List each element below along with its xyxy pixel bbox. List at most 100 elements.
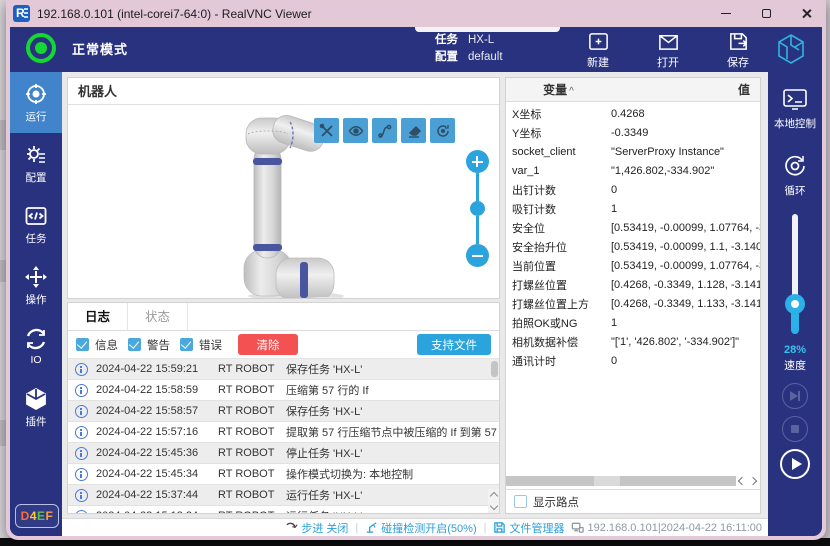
filter-error-checkbox[interactable] bbox=[180, 338, 193, 351]
log-source: RT ROBOT bbox=[218, 384, 286, 396]
log-source: RT ROBOT bbox=[218, 447, 286, 459]
nav-item-plugin[interactable]: 插件 bbox=[10, 377, 62, 438]
view-tools-button[interactable] bbox=[314, 118, 339, 143]
collision-detect-toggle[interactable]: 碰撞检测开启(50%) bbox=[365, 520, 476, 536]
robot-panel-title: 机器人 bbox=[68, 78, 499, 105]
robot-3d-viewport[interactable] bbox=[68, 105, 499, 298]
column-value[interactable]: 值 bbox=[611, 81, 760, 98]
scroll-up-icon[interactable] bbox=[488, 489, 499, 501]
hscroll-track[interactable] bbox=[506, 476, 736, 486]
window-title: 192.168.0.101 (intel-corei7-64:0) - Real… bbox=[37, 7, 312, 21]
transport-controls bbox=[780, 383, 810, 479]
clear-log-button[interactable]: 清除 bbox=[238, 334, 298, 355]
local-control-button[interactable]: 本地控制 bbox=[774, 86, 816, 131]
table-row[interactable]: X坐标0.4268 bbox=[506, 104, 760, 123]
table-row[interactable]: socket_client"ServerProxy Instance" bbox=[506, 142, 760, 161]
log-row[interactable]: 2024-04-22 15:58:57 RT ROBOT 保存任务 'HX-L' bbox=[68, 401, 499, 422]
log-row[interactable]: 2024-04-22 15:37:44 RT ROBOT 运行任务 'HX-L' bbox=[68, 485, 499, 506]
info-icon bbox=[75, 468, 88, 481]
scroll-left-icon[interactable] bbox=[736, 475, 745, 487]
window-titlebar[interactable]: 192.168.0.101 (intel-corei7-64:0) - Real… bbox=[6, 0, 826, 27]
play-button[interactable] bbox=[780, 449, 810, 479]
variables-table[interactable]: X坐标0.4268 Y坐标-0.3349 socket_client"Serve… bbox=[506, 102, 760, 475]
save-task-button[interactable]: 保存 bbox=[715, 30, 761, 70]
table-row[interactable]: 拍照OK或NG1 bbox=[506, 313, 760, 332]
trajectory-icon bbox=[377, 123, 393, 139]
app-topbar: 正常模式 任务HX-L 配置default 新建 打开 bbox=[10, 27, 822, 72]
log-list[interactable]: 2024-04-22 15:59:21 RT ROBOT 保存任务 'HX-L'… bbox=[68, 358, 499, 513]
nav-item-task[interactable]: 任务 bbox=[10, 194, 62, 255]
stop-button[interactable] bbox=[782, 416, 808, 442]
badge-letter: D bbox=[21, 509, 30, 523]
close-button[interactable] bbox=[786, 0, 826, 27]
scroll-right-icon[interactable] bbox=[749, 475, 758, 487]
nav-label-io: IO bbox=[30, 354, 41, 366]
filter-info-checkbox[interactable] bbox=[76, 338, 89, 351]
zoom-out-button[interactable] bbox=[466, 244, 489, 267]
table-row[interactable]: var_1"1,426.802,-334.902" bbox=[506, 161, 760, 180]
table-row[interactable]: 打螺丝位置[0.4268, -0.3349, 1.128, -3.14159, … bbox=[506, 275, 760, 294]
var-value: "1,426.802,-334.902" bbox=[611, 165, 760, 177]
filter-warning-checkbox[interactable] bbox=[128, 338, 141, 351]
view-reset-button[interactable] bbox=[430, 118, 455, 143]
nav-item-io[interactable]: IO bbox=[10, 316, 62, 377]
table-row[interactable]: 相机数据补偿"['1', '426.802', '-334.902']" bbox=[506, 332, 760, 351]
open-task-button[interactable]: 打开 bbox=[645, 30, 691, 70]
log-time: 2024-04-22 15:58:59 bbox=[96, 384, 218, 396]
var-value: [0.53419, -0.00099, 1.07764, -3.14048, bbox=[611, 222, 760, 234]
view-eraser-button[interactable] bbox=[401, 118, 426, 143]
var-name: socket_client bbox=[506, 146, 611, 158]
log-message: 提取第 57 行压缩节点中被压缩的 If 到第 57 行 bbox=[286, 424, 499, 440]
log-row[interactable]: 2024-04-22 15:18:24 RT ROBOT 运行任务 'HX-L' bbox=[68, 506, 499, 513]
info-icon bbox=[75, 384, 88, 397]
table-row[interactable]: 打螺丝位置上方[0.4268, -0.3349, 1.133, -3.14159… bbox=[506, 294, 760, 313]
show-waypoints-checkbox[interactable] bbox=[514, 495, 527, 508]
table-row[interactable]: 当前位置[0.53419, -0.00099, 1.07764, -3.1404… bbox=[506, 256, 760, 275]
table-row[interactable]: Y坐标-0.3349 bbox=[506, 123, 760, 142]
log-row[interactable]: 2024-04-22 15:59:21 RT ROBOT 保存任务 'HX-L' bbox=[68, 359, 499, 380]
column-variable[interactable]: 变量^ bbox=[506, 81, 611, 98]
maximize-button[interactable] bbox=[746, 0, 786, 27]
tab-log[interactable]: 日志 bbox=[68, 303, 128, 330]
log-scrollbar-thumb[interactable] bbox=[491, 361, 498, 377]
normal-mode-led-icon bbox=[26, 33, 56, 63]
nav-item-operate[interactable]: 操作 bbox=[10, 255, 62, 316]
var-name: 拍照OK或NG bbox=[506, 315, 611, 331]
loop-mode-button[interactable]: 循环 bbox=[782, 153, 808, 198]
network-icon bbox=[571, 521, 584, 534]
log-row[interactable]: 2024-04-22 15:45:36 RT ROBOT 停止任务 'HX-L' bbox=[68, 443, 499, 464]
view-toolbar bbox=[314, 118, 455, 143]
step-run-button[interactable] bbox=[782, 383, 808, 409]
view-trajectory-button[interactable] bbox=[372, 118, 397, 143]
table-row[interactable]: 通讯计时0 bbox=[506, 351, 760, 370]
hscroll-thumb[interactable] bbox=[594, 476, 620, 486]
log-row[interactable]: 2024-04-22 15:57:16 RT ROBOT 提取第 57 行压缩节… bbox=[68, 422, 499, 443]
minimize-button[interactable] bbox=[706, 0, 746, 27]
nav-item-run[interactable]: 运行 bbox=[10, 72, 62, 133]
step-mode-toggle[interactable]: 步进 关闭 bbox=[285, 520, 348, 536]
zoom-in-button[interactable] bbox=[466, 150, 489, 173]
new-task-button[interactable]: 新建 bbox=[575, 30, 621, 70]
scroll-down-icon[interactable] bbox=[488, 501, 499, 513]
table-row[interactable]: 出钉计数0 bbox=[506, 180, 760, 199]
reset-view-icon bbox=[435, 123, 451, 139]
nav-item-config[interactable]: 配置 bbox=[10, 133, 62, 194]
speed-slider[interactable] bbox=[768, 214, 822, 334]
table-row[interactable]: 安全抬升位[0.53419, -0.00099, 1.1, -3.14048, … bbox=[506, 237, 760, 256]
table-row[interactable]: 吸钉计数1 bbox=[506, 199, 760, 218]
file-manager-button[interactable]: 文件管理器 bbox=[493, 520, 564, 536]
robot-mode-indicator[interactable]: 正常模式 bbox=[26, 33, 128, 63]
info-icon bbox=[75, 363, 88, 376]
tab-status[interactable]: 状态 bbox=[128, 303, 188, 330]
left-nav-sidebar: 运行 配置 任务 bbox=[10, 72, 62, 536]
view-visibility-button[interactable] bbox=[343, 118, 368, 143]
log-row[interactable]: 2024-04-22 15:45:34 RT ROBOT 操作模式切换为: 本地… bbox=[68, 464, 499, 485]
zoom-slider-knob[interactable] bbox=[470, 201, 485, 216]
speed-slider-thumb[interactable] bbox=[785, 294, 805, 314]
log-row[interactable]: 2024-04-22 15:58:59 RT ROBOT 压缩第 57 行的 I… bbox=[68, 380, 499, 401]
support-files-button[interactable]: 支持文件 bbox=[417, 334, 491, 355]
log-source: RT ROBOT bbox=[218, 426, 286, 438]
log-time: 2024-04-22 15:45:36 bbox=[96, 447, 218, 459]
table-row[interactable]: 安全位[0.53419, -0.00099, 1.07764, -3.14048… bbox=[506, 218, 760, 237]
show-waypoints-label: 显示路点 bbox=[533, 494, 579, 510]
